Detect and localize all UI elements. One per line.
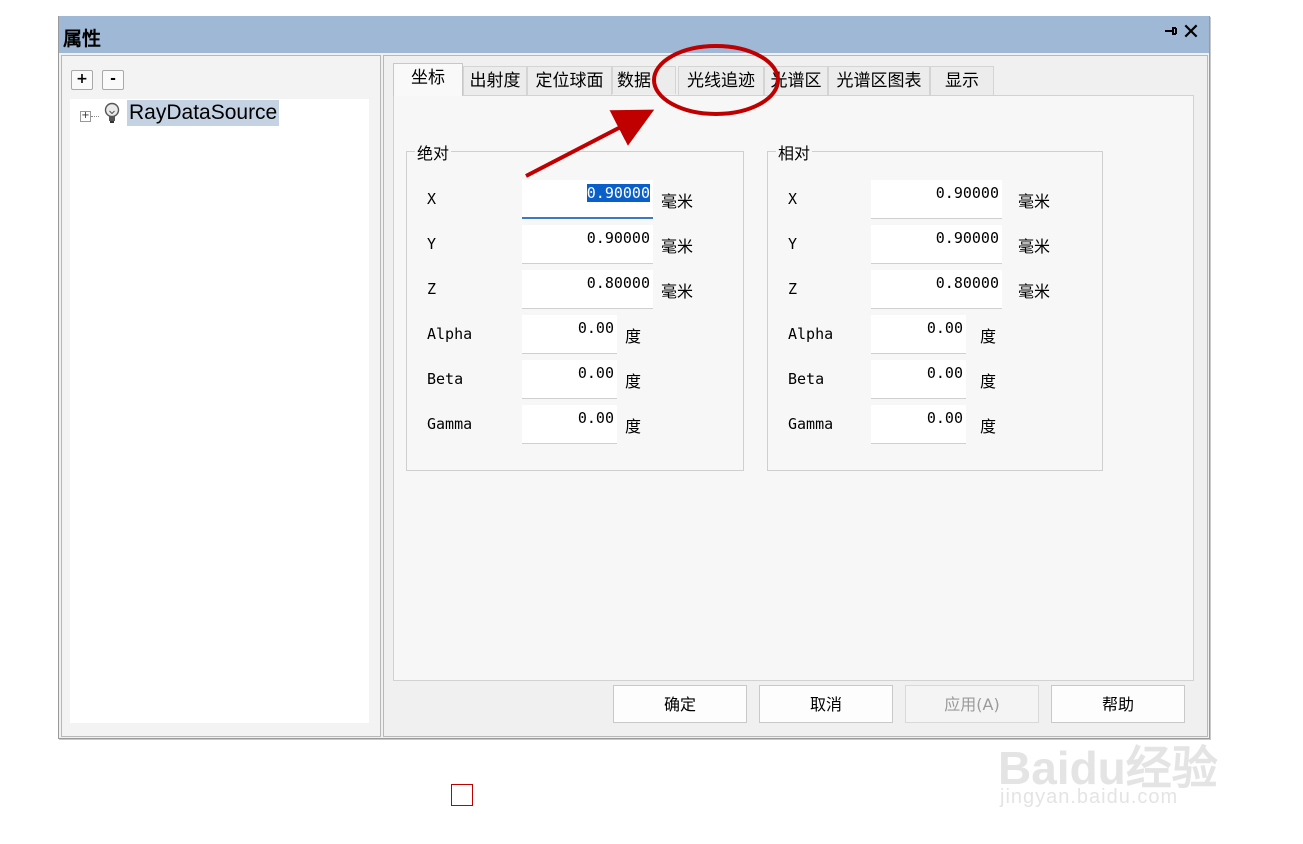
- abs-beta-label: Beta: [427, 370, 464, 388]
- abs-z-label: Z: [427, 280, 437, 298]
- abs-x-input[interactable]: 0.90000: [522, 180, 653, 219]
- abs-y-label: Y: [427, 235, 437, 253]
- rel-alpha-label: Alpha: [788, 325, 834, 343]
- rel-y-label: Y: [788, 235, 798, 253]
- tree-view: + RayDataSource: [70, 99, 369, 723]
- rel-gamma-unit: 度: [980, 417, 997, 436]
- collapse-all-button[interactable]: -: [102, 70, 124, 90]
- tree-panel: + - + RayDataSource: [61, 55, 381, 737]
- help-button[interactable]: 帮助: [1051, 685, 1185, 723]
- rel-alpha-unit: 度: [980, 327, 997, 346]
- abs-y-input[interactable]: 0.90000: [522, 225, 653, 264]
- absolute-group-title: 绝对: [415, 140, 452, 164]
- tab-spectral-chart[interactable]: 光谱区图表: [828, 66, 930, 95]
- window-title: 属性: [63, 28, 102, 50]
- tab-ray-tracing[interactable]: 光线追迹: [678, 66, 764, 95]
- expand-all-button[interactable]: +: [71, 70, 93, 90]
- absolute-group: 绝对 X 0.90000 毫米 Y 0.90000 毫米 Z 0.80000 毫…: [406, 140, 744, 471]
- apply-button[interactable]: 应用(A): [905, 685, 1039, 723]
- rel-z-input[interactable]: 0.80000: [871, 270, 1002, 309]
- property-panel: 坐标 出射度 定位球面 数据 光线追迹 光谱区 光谱区图表 显示 绝对 X 0.…: [383, 55, 1208, 737]
- rel-y-unit: 毫米: [1018, 237, 1051, 256]
- tab-display[interactable]: 显示: [930, 66, 994, 95]
- abs-gamma-input[interactable]: 0.00: [522, 405, 617, 444]
- watermark-url: jingyan.baidu.com: [1000, 786, 1179, 808]
- relative-group-title: 相对: [776, 140, 813, 164]
- abs-alpha-input[interactable]: 0.00: [522, 315, 617, 354]
- abs-gamma-label: Gamma: [427, 415, 473, 433]
- abs-alpha-unit: 度: [625, 327, 642, 346]
- annotation-square: [451, 784, 473, 806]
- pin-icon[interactable]: [1161, 23, 1179, 43]
- rel-x-label: X: [788, 190, 798, 208]
- relative-group: 相对 X 0.90000 毫米 Y 0.90000 毫米 Z 0.80000 毫…: [767, 140, 1103, 471]
- tree-node-raydatasource[interactable]: RayDataSource: [127, 100, 280, 126]
- tree-expander-icon[interactable]: +: [80, 111, 91, 122]
- abs-y-unit: 毫米: [661, 237, 694, 256]
- abs-x-unit: 毫米: [661, 192, 694, 211]
- abs-alpha-label: Alpha: [427, 325, 473, 343]
- rel-z-label: Z: [788, 280, 798, 298]
- abs-x-label: X: [427, 190, 437, 208]
- ok-button[interactable]: 确定: [613, 685, 747, 723]
- rel-beta-label: Beta: [788, 370, 825, 388]
- close-icon[interactable]: ✕: [1181, 21, 1201, 45]
- tab-data[interactable]: 数据: [612, 66, 676, 94]
- rel-gamma-input[interactable]: 0.00: [871, 405, 966, 444]
- abs-z-input[interactable]: 0.80000: [522, 270, 653, 309]
- abs-beta-unit: 度: [625, 372, 642, 391]
- tab-emittance[interactable]: 出射度: [463, 66, 527, 95]
- tree-connector: [91, 116, 99, 117]
- title-bar: 属性 ✕: [59, 16, 1209, 53]
- abs-beta-input[interactable]: 0.00: [522, 360, 617, 399]
- rel-z-unit: 毫米: [1018, 282, 1051, 301]
- rel-alpha-input[interactable]: 0.00: [871, 315, 966, 354]
- properties-window: 属性 ✕ + - + RayDataSource 坐标 出射度 定位球面 数据 …: [58, 16, 1210, 739]
- abs-gamma-unit: 度: [625, 417, 642, 436]
- rel-beta-input[interactable]: 0.00: [871, 360, 966, 399]
- tab-coordinates[interactable]: 坐标: [393, 63, 463, 96]
- cancel-button[interactable]: 取消: [759, 685, 893, 723]
- rel-x-unit: 毫米: [1018, 192, 1051, 211]
- rel-x-input[interactable]: 0.90000: [871, 180, 1002, 219]
- rel-y-input[interactable]: 0.90000: [871, 225, 1002, 264]
- tab-positioning-sphere[interactable]: 定位球面: [527, 66, 612, 95]
- abs-z-unit: 毫米: [661, 282, 694, 301]
- rel-gamma-label: Gamma: [788, 415, 834, 433]
- rel-beta-unit: 度: [980, 372, 997, 391]
- tab-spectral-region[interactable]: 光谱区: [764, 66, 828, 95]
- tab-content: 绝对 X 0.90000 毫米 Y 0.90000 毫米 Z 0.80000 毫…: [393, 95, 1194, 681]
- lightbulb-icon: [103, 102, 121, 124]
